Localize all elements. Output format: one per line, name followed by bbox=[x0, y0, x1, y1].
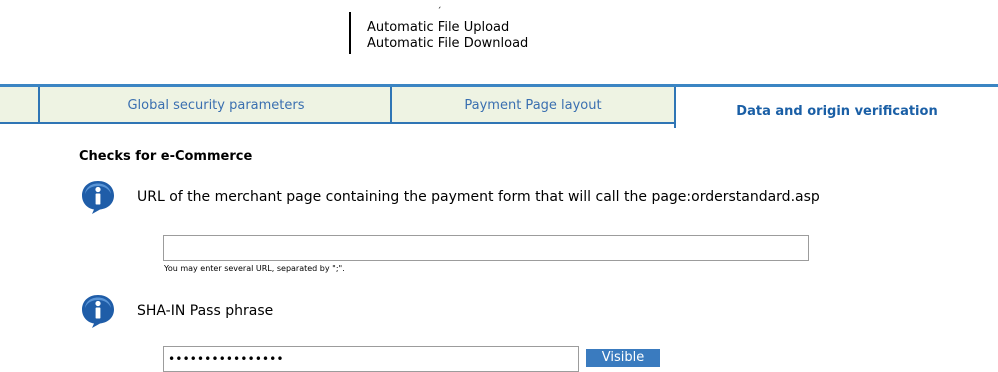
menu-divider bbox=[349, 12, 351, 54]
info-icon bbox=[80, 179, 116, 215]
info-icon bbox=[80, 293, 116, 329]
merchant-url-input[interactable] bbox=[163, 235, 809, 261]
sha-in-passphrase-input[interactable] bbox=[163, 346, 579, 372]
menu-link-automatic-file-download[interactable]: Automatic File Download bbox=[367, 36, 528, 52]
url-field-hint: You may enter several URL, separated by … bbox=[164, 264, 345, 273]
menu-link-automatic-file-upload[interactable]: Automatic File Upload bbox=[367, 20, 509, 36]
url-field-label: URL of the merchant page containing the … bbox=[137, 189, 820, 205]
visible-button[interactable]: Visible bbox=[586, 349, 660, 367]
tab-bar: Global security parameters Payment Page … bbox=[0, 84, 998, 128]
top-menu: ´ Automatic File Upload Automatic File D… bbox=[349, 8, 609, 54]
tab-global-security-parameters[interactable]: Global security parameters bbox=[38, 87, 392, 124]
tab-payment-page-layout[interactable]: Payment Page layout bbox=[390, 87, 676, 124]
section-title: Checks for e-Commerce bbox=[79, 149, 253, 164]
menu-marker: ´ bbox=[437, 7, 442, 17]
tab-data-and-origin-verification[interactable]: Data and origin verification bbox=[674, 87, 998, 128]
tab-previous[interactable] bbox=[0, 87, 40, 124]
sha-field-label: SHA-IN Pass phrase bbox=[137, 303, 274, 319]
